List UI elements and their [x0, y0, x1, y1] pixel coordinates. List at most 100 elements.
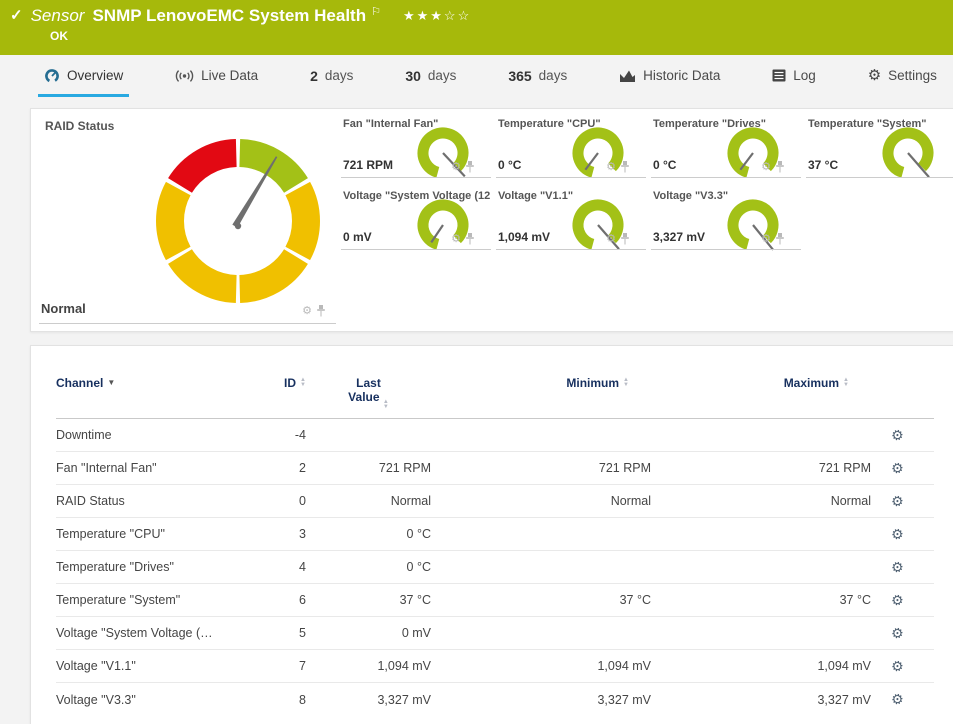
gauge-value: 3,327 mV: [653, 230, 705, 244]
raid-status-gauge-cell: RAID Status Normal ⚙: [31, 109, 336, 333]
channel-id: -4: [256, 428, 306, 442]
pin-icon[interactable]: [775, 233, 785, 245]
channel-id: 0: [256, 494, 306, 508]
area-chart-icon: [619, 69, 636, 82]
tab-historic-data-label: Historic Data: [643, 68, 720, 83]
channel-settings-icon[interactable]: ⚙: [890, 491, 906, 510]
pin-icon[interactable]: [775, 161, 785, 173]
sort-icon: ▲▼: [843, 378, 849, 388]
table-row: Temperature "System" 6 37 °C 37 °C 37 °C…: [56, 584, 934, 617]
priority-flag-icon[interactable]: ⚐: [371, 5, 381, 18]
channel-name: Voltage "System Voltage (…: [56, 626, 256, 640]
raid-status-gauge: [143, 126, 333, 316]
column-header-id[interactable]: ID ▲▼: [256, 376, 306, 390]
voltage-v33-gauge-cell: Voltage "V3.3" 3,327 mV ⚙: [651, 188, 801, 250]
channel-gear-icon[interactable]: ⚙: [606, 234, 616, 245]
column-header-maximum[interactable]: Maximum ▲▼: [651, 376, 871, 390]
object-kind-label: Sensor: [31, 6, 85, 26]
gauge-value: Normal: [41, 301, 86, 316]
column-header-channel[interactable]: Channel ▼: [56, 376, 256, 390]
minimum-value: 721 RPM: [431, 461, 651, 475]
table-row: Fan "Internal Fan" 2 721 RPM 721 RPM 721…: [56, 452, 934, 485]
minimum-value: Normal: [431, 494, 651, 508]
tab-historic-data[interactable]: Historic Data: [613, 57, 726, 97]
tab-settings[interactable]: ⚙ Settings: [862, 57, 943, 97]
divider: [651, 177, 801, 178]
gear-icon: ⚙: [868, 68, 881, 83]
maximum-value: 37 °C: [651, 593, 871, 607]
priority-stars[interactable]: ★★★☆☆: [403, 8, 471, 24]
channel-settings-icon[interactable]: ⚙: [890, 524, 906, 543]
gauge-value: 721 RPM: [343, 158, 393, 172]
broadcast-icon: [175, 69, 194, 83]
gauge-value: 0 °C: [498, 158, 521, 172]
tab-live-data[interactable]: Live Data: [169, 57, 264, 97]
channel-settings-icon[interactable]: ⚙: [890, 656, 906, 675]
tab-log-label: Log: [793, 68, 816, 83]
minimum-value: 3,327 mV: [431, 693, 651, 707]
tab-overview-label: Overview: [67, 68, 123, 83]
column-header-last-value[interactable]: LastValue ▲▼: [306, 376, 431, 408]
tab-30-days-number: 30: [405, 68, 421, 84]
gauge-value: 1,094 mV: [498, 230, 550, 244]
maximum-value: Normal: [651, 494, 871, 508]
last-value: Normal: [306, 494, 431, 508]
channel-id: 6: [256, 593, 306, 607]
divider: [496, 177, 646, 178]
channel-settings-icon[interactable]: ⚙: [890, 623, 906, 642]
divider: [39, 323, 336, 324]
gauge-value: 0 mV: [343, 230, 372, 244]
pin-icon[interactable]: [465, 233, 475, 245]
tab-log[interactable]: Log: [766, 57, 822, 97]
gauge-title: RAID Status: [45, 119, 114, 133]
tab-2-days[interactable]: 2 days: [304, 57, 359, 97]
divider: [496, 249, 646, 250]
channel-settings-icon[interactable]: ⚙: [890, 458, 906, 477]
sort-icon: ▲▼: [383, 400, 389, 410]
table-header-row: Channel ▼ ID ▲▼ LastValue ▲▼ Minimum ▲▼ …: [56, 376, 934, 419]
table-row: Voltage "V3.3" 8 3,327 mV 3,327 mV 3,327…: [56, 683, 934, 716]
tab-live-data-label: Live Data: [201, 68, 258, 83]
minimum-value: 1,094 mV: [431, 659, 651, 673]
status-ok-check-icon: ✓: [10, 6, 23, 24]
column-header-minimum[interactable]: Minimum ▲▼: [431, 376, 651, 390]
channel-gear-icon[interactable]: ⚙: [761, 234, 771, 245]
log-list-icon: [772, 69, 786, 82]
channel-name: Temperature "Drives": [56, 560, 256, 574]
gauge-title: Voltage "V1.1": [498, 190, 573, 202]
channel-settings-icon[interactable]: ⚙: [890, 557, 906, 576]
maximum-value: 721 RPM: [651, 461, 871, 475]
channel-name: Temperature "System": [56, 593, 256, 607]
pin-icon[interactable]: [465, 161, 475, 173]
channel-name: Downtime: [56, 428, 256, 442]
tab-overview[interactable]: Overview: [38, 57, 129, 97]
channel-settings-icon[interactable]: ⚙: [890, 425, 906, 444]
tab-2-days-number: 2: [310, 68, 318, 84]
channel-id: 8: [256, 693, 306, 707]
last-value: 721 RPM: [306, 461, 431, 475]
channel-gear-icon[interactable]: ⚙: [451, 162, 461, 173]
table-row: Temperature "Drives" 4 0 °C ⚙: [56, 551, 934, 584]
channel-name: Fan "Internal Fan": [56, 461, 256, 475]
channel-settings-icon[interactable]: ⚙: [890, 690, 906, 709]
tab-365-days-unit: days: [539, 68, 568, 83]
channel-name: Voltage "V1.1": [56, 659, 256, 673]
tab-30-days[interactable]: 30 days: [399, 57, 462, 97]
last-value: 0 °C: [306, 560, 431, 574]
table-row: RAID Status 0 Normal Normal Normal ⚙: [56, 485, 934, 518]
pin-icon[interactable]: [620, 233, 630, 245]
page-title: SNMP LenovoEMC System Health: [92, 6, 366, 26]
tab-365-days[interactable]: 365 days: [502, 57, 573, 97]
channel-gear-icon[interactable]: ⚙: [761, 162, 771, 173]
channel-gear-icon[interactable]: ⚙: [451, 234, 461, 245]
channel-gear-icon[interactable]: ⚙: [302, 306, 312, 317]
gauge-arc: [880, 125, 936, 181]
channel-settings-icon[interactable]: ⚙: [890, 590, 906, 609]
pin-icon[interactable]: [316, 305, 326, 317]
pin-icon[interactable]: [620, 161, 630, 173]
divider: [806, 177, 953, 178]
channel-name: Voltage "V3.3": [56, 693, 256, 707]
maximum-value: 3,327 mV: [651, 693, 871, 707]
channel-id: 4: [256, 560, 306, 574]
channel-gear-icon[interactable]: ⚙: [606, 162, 616, 173]
